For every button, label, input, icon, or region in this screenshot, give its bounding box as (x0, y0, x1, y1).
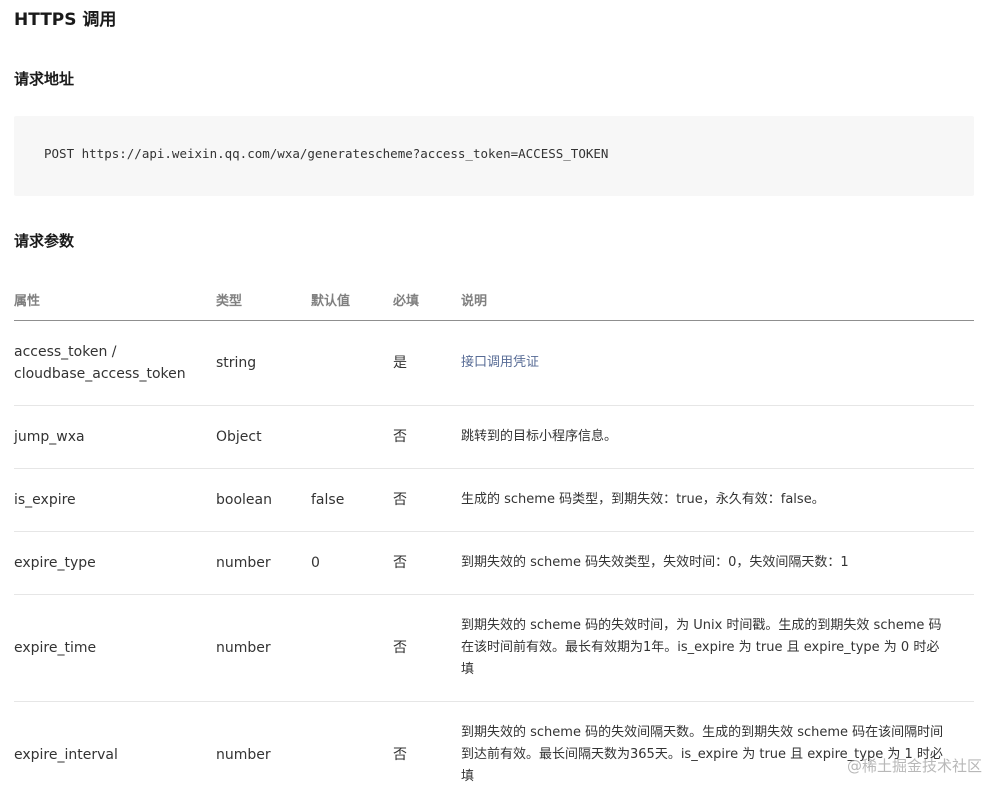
header-property: 属性 (14, 280, 216, 321)
access-token-link[interactable]: 接口调用凭证 (461, 355, 539, 370)
table-row: expire_type number 0 否 到期失效的 scheme 码失效类… (14, 531, 974, 595)
request-params-heading: 请求参数 (14, 232, 75, 250)
param-default: false (311, 468, 393, 532)
param-description: 接口调用凭证 (461, 320, 974, 406)
param-default (311, 405, 393, 469)
param-name: expire_time (14, 594, 216, 702)
header-type: 类型 (216, 280, 311, 321)
param-type: number (216, 594, 311, 702)
param-required: 否 (393, 468, 461, 532)
param-required: 否 (393, 701, 461, 796)
watermark: @稀土掘金技术社区 (846, 757, 982, 775)
param-type: string (216, 320, 311, 406)
table-header-row: 属性 类型 默认值 必填 说明 (14, 280, 974, 321)
request-url-heading: 请求地址 (14, 70, 75, 88)
header-description: 说明 (461, 280, 974, 321)
param-description: 跳转到的目标小程序信息。 (461, 405, 974, 469)
param-name: jump_wxa (14, 405, 216, 469)
param-name: expire_type (14, 531, 216, 595)
param-description: 到期失效的 scheme 码的失效时间，为 Unix 时间戳。生成的到期失效 s… (461, 594, 974, 702)
param-default (311, 594, 393, 702)
param-description: 到期失效的 scheme 码失效类型，失效时间：0，失效间隔天数：1 (461, 531, 974, 595)
params-table: 属性 类型 默认值 必填 说明 access_token / cloudbase… (14, 280, 974, 796)
header-default: 默认值 (311, 280, 393, 321)
param-default (311, 320, 393, 406)
param-description: 到期失效的 scheme 码的失效间隔天数。生成的到期失效 scheme 码在该… (461, 701, 974, 796)
param-name: expire_interval (14, 701, 216, 796)
page-title: HTTPS 调用 (14, 10, 117, 30)
param-default: 0 (311, 531, 393, 595)
param-type: number (216, 701, 311, 796)
param-default (311, 701, 393, 796)
param-description: 生成的 scheme 码类型，到期失效：true，永久有效：false。 (461, 468, 974, 532)
table-row: jump_wxa Object 否 跳转到的目标小程序信息。 (14, 405, 974, 469)
table-row: is_expire boolean false 否 生成的 scheme 码类型… (14, 468, 974, 532)
param-required: 是 (393, 320, 461, 406)
table-row: expire_time number 否 到期失效的 scheme 码的失效时间… (14, 594, 974, 702)
request-url-code-block: POST https://api.weixin.qq.com/wxa/gener… (14, 116, 974, 196)
param-type: number (216, 531, 311, 595)
param-name: access_token / cloudbase_access_token (14, 320, 216, 406)
request-url-code: POST https://api.weixin.qq.com/wxa/gener… (44, 146, 609, 161)
param-required: 否 (393, 594, 461, 702)
param-type: boolean (216, 468, 311, 532)
table-row: access_token / cloudbase_access_token st… (14, 320, 974, 406)
param-required: 否 (393, 405, 461, 469)
header-required: 必填 (393, 280, 461, 321)
param-name: is_expire (14, 468, 216, 532)
param-type: Object (216, 405, 311, 469)
param-required: 否 (393, 531, 461, 595)
table-row: expire_interval number 否 到期失效的 scheme 码的… (14, 701, 974, 796)
